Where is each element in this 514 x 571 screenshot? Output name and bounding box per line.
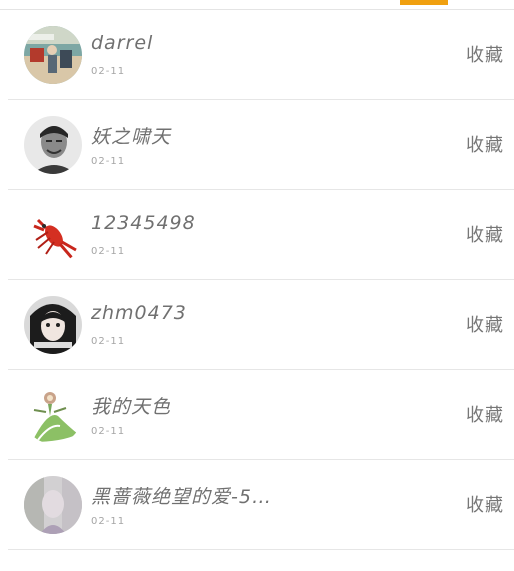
post-date: 02-11 xyxy=(91,246,126,257)
list-item[interactable]: darrel 02-11 收藏 xyxy=(8,10,514,100)
user-name: 我的天色 xyxy=(91,396,172,418)
user-name: 黑蔷薇绝望的爱-5… xyxy=(91,486,272,508)
post-date: 02-11 xyxy=(91,336,126,347)
favorite-button[interactable]: 收藏 xyxy=(466,491,504,517)
list-item[interactable]: 妖之啸天 02-11 收藏 xyxy=(8,100,514,190)
user-list: darrel 02-11 收藏 妖之啸天 02-11 收藏 12345498 0… xyxy=(0,10,514,550)
user-name: darrel xyxy=(91,32,154,54)
user-name: 妖之啸天 xyxy=(91,126,172,148)
list-item[interactable]: 12345498 02-11 收藏 xyxy=(8,190,514,280)
post-date: 02-11 xyxy=(91,156,126,167)
post-date: 02-11 xyxy=(91,516,126,527)
post-date: 02-11 xyxy=(91,426,126,437)
avatar[interactable] xyxy=(24,26,82,84)
avatar[interactable] xyxy=(24,296,82,354)
favorite-button[interactable]: 收藏 xyxy=(466,401,504,427)
avatar[interactable] xyxy=(24,476,82,534)
favorite-button[interactable]: 收藏 xyxy=(466,41,504,67)
active-tab-indicator xyxy=(400,0,448,5)
list-item[interactable]: 黑蔷薇绝望的爱-5… 02-11 收藏 xyxy=(8,460,514,550)
list-item[interactable]: zhm0473 02-11 收藏 xyxy=(8,280,514,370)
favorite-button[interactable]: 收藏 xyxy=(466,131,504,157)
avatar[interactable] xyxy=(24,386,82,444)
favorite-button[interactable]: 收藏 xyxy=(466,221,504,247)
user-name: 12345498 xyxy=(91,212,196,234)
post-date: 02-11 xyxy=(91,66,126,77)
list-item[interactable]: 我的天色 02-11 收藏 xyxy=(8,370,514,460)
avatar[interactable] xyxy=(24,116,82,174)
user-name: zhm0473 xyxy=(91,302,187,324)
favorite-button[interactable]: 收藏 xyxy=(466,311,504,337)
avatar[interactable] xyxy=(24,206,82,264)
